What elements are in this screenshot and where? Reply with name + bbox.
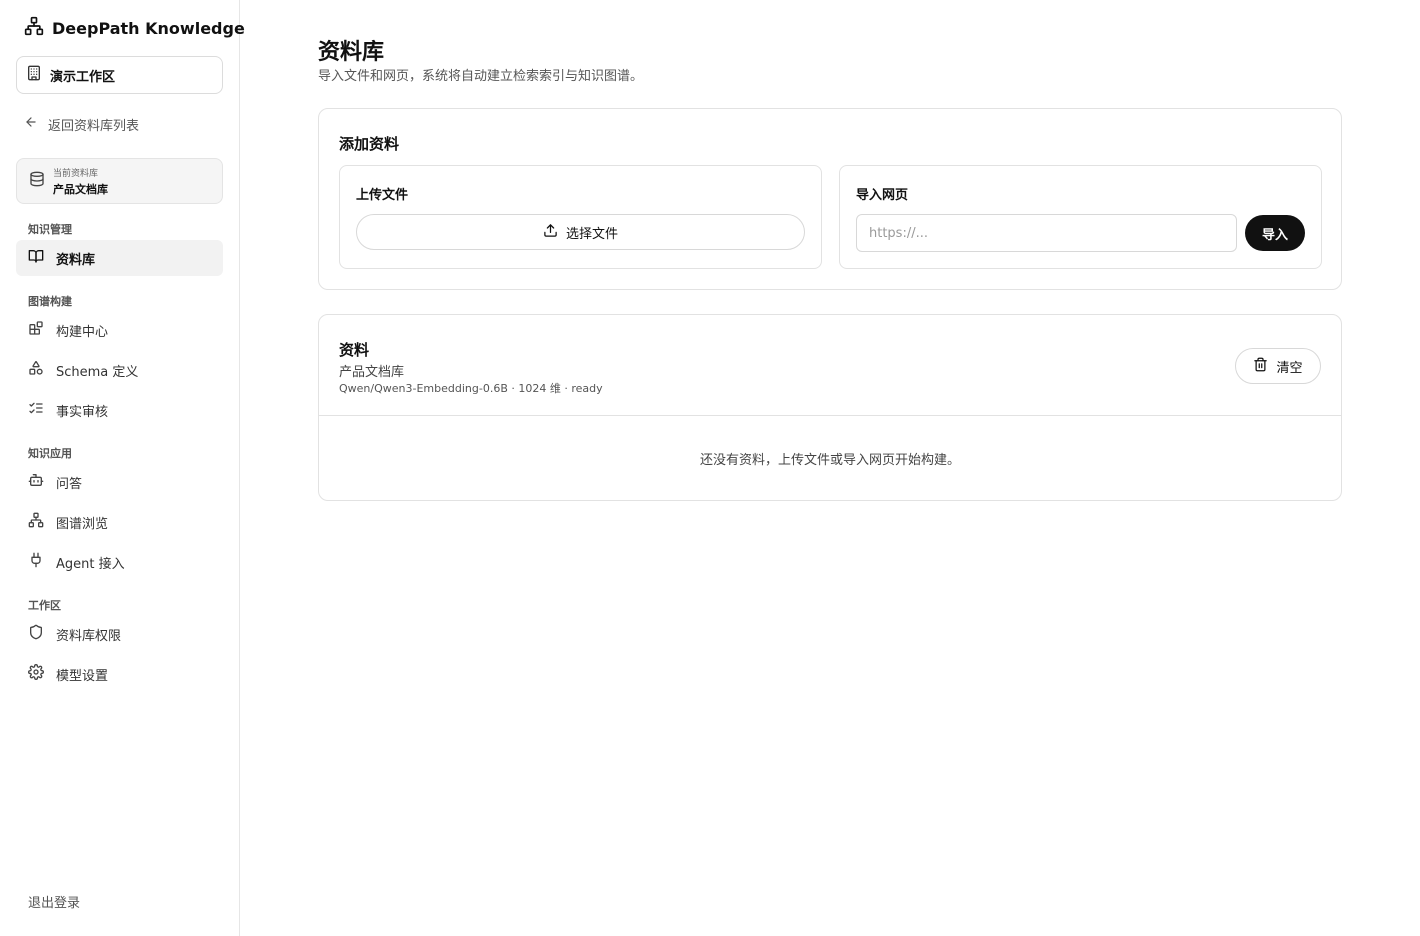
book-open-icon bbox=[28, 248, 44, 268]
arrow-left-icon bbox=[24, 115, 38, 133]
materials-card: 资料 产品文档库 Qwen/Qwen3-Embedding-0.6B · 102… bbox=[318, 314, 1342, 501]
bot-icon bbox=[28, 472, 44, 492]
network-icon bbox=[24, 16, 44, 40]
empty-state-message: 还没有资料，上传文件或导入网页开始构建。 bbox=[699, 453, 960, 468]
sidebar-item-qa[interactable]: 问答 bbox=[16, 464, 223, 500]
back-link-label: 返回资料库列表 bbox=[48, 118, 140, 134]
section-knowledge-apps: 知识应用 bbox=[28, 447, 72, 460]
database-icon bbox=[29, 171, 45, 191]
building-icon bbox=[26, 65, 42, 85]
section-workspace: 工作区 bbox=[28, 599, 61, 612]
sidebar-item-label: 图谱浏览 bbox=[56, 516, 109, 532]
sidebar-item-label: 构建中心 bbox=[56, 324, 109, 340]
sidebar-item-permissions[interactable]: 资料库权限 bbox=[16, 616, 223, 652]
materials-library-name: 产品文档库 bbox=[339, 365, 405, 380]
logout-link[interactable]: 退出登录 bbox=[28, 892, 80, 911]
sidebar-item-label: 问答 bbox=[56, 476, 83, 492]
section-knowledge-management: 知识管理 bbox=[28, 223, 72, 236]
back-to-library-list[interactable]: 返回资料库列表 bbox=[24, 114, 139, 134]
sidebar-item-build-center[interactable]: 构建中心 bbox=[16, 312, 223, 348]
current-library-caption: 当前资料库 bbox=[53, 168, 99, 179]
sidebar-item-label: 资料库 bbox=[56, 252, 96, 268]
gear-icon bbox=[28, 664, 44, 684]
clear-button[interactable]: 清空 bbox=[1235, 348, 1321, 384]
brand[interactable]: DeepPath Knowledge bbox=[24, 16, 245, 40]
sidebar-item-label: Agent 接入 bbox=[56, 556, 125, 572]
brand-name: DeepPath Knowledge bbox=[52, 18, 245, 38]
upload-file-title: 上传文件 bbox=[356, 188, 409, 203]
list-checks-icon bbox=[28, 400, 44, 420]
materials-header: 资料 产品文档库 Qwen/Qwen3-Embedding-0.6B · 102… bbox=[319, 315, 1341, 416]
url-input[interactable] bbox=[856, 214, 1237, 252]
upload-file-panel: 上传文件 选择文件 bbox=[339, 165, 822, 269]
current-library-name: 产品文档库 bbox=[53, 182, 108, 196]
shapes-icon bbox=[28, 360, 44, 380]
materials-title: 资料 bbox=[339, 341, 370, 359]
blocks-icon bbox=[28, 320, 44, 340]
workspace-name: 演示工作区 bbox=[50, 69, 116, 85]
sidebar-item-label: 资料库权限 bbox=[56, 628, 122, 644]
sidebar: DeepPath Knowledge 演示工作区 返回资料库列表 当前资料库 产… bbox=[0, 0, 245, 936]
sidebar-item-graph-browse[interactable]: 图谱浏览 bbox=[16, 504, 223, 540]
sidebar-item-fact-review[interactable]: 事实审核 bbox=[16, 392, 223, 428]
embedding-meta: Qwen/Qwen3-Embedding-0.6B · 1024 维 · rea… bbox=[339, 382, 603, 395]
choose-file-label: 选择文件 bbox=[565, 226, 618, 242]
clear-label: 清空 bbox=[1276, 360, 1303, 376]
add-material-title: 添加资料 bbox=[339, 135, 400, 153]
sidebar-item-agent[interactable]: Agent 接入 bbox=[16, 544, 223, 580]
network-icon bbox=[28, 512, 44, 532]
current-library: 当前资料库 产品文档库 bbox=[16, 158, 223, 204]
trash-icon bbox=[1253, 357, 1268, 376]
page-title: 资料库 bbox=[318, 40, 385, 65]
shield-icon bbox=[28, 624, 44, 644]
choose-file-button[interactable]: 选择文件 bbox=[356, 214, 805, 250]
sidebar-item-label: 模型设置 bbox=[56, 668, 109, 684]
sidebar-item-model-settings[interactable]: 模型设置 bbox=[16, 656, 223, 692]
page-subtitle: 导入文件和网页，系统将自动建立检索索引与知识图谱。 bbox=[318, 69, 644, 84]
sidebar-item-label: Schema 定义 bbox=[56, 364, 139, 380]
import-web-title: 导入网页 bbox=[856, 188, 909, 203]
import-web-panel: 导入网页 导入 bbox=[839, 165, 1322, 269]
plug-icon bbox=[28, 552, 44, 572]
add-material-card: 添加资料 上传文件 选择文件 导入网页 导入 bbox=[318, 108, 1342, 290]
section-graph-building: 图谱构建 bbox=[28, 295, 72, 308]
upload-icon bbox=[543, 223, 558, 242]
sidebar-item-label: 事实审核 bbox=[56, 404, 109, 420]
import-button[interactable]: 导入 bbox=[1245, 215, 1305, 251]
sidebar-item-library[interactable]: 资料库 bbox=[16, 240, 223, 276]
workspace-switcher[interactable]: 演示工作区 bbox=[16, 56, 223, 94]
sidebar-item-schema[interactable]: Schema 定义 bbox=[16, 352, 223, 388]
